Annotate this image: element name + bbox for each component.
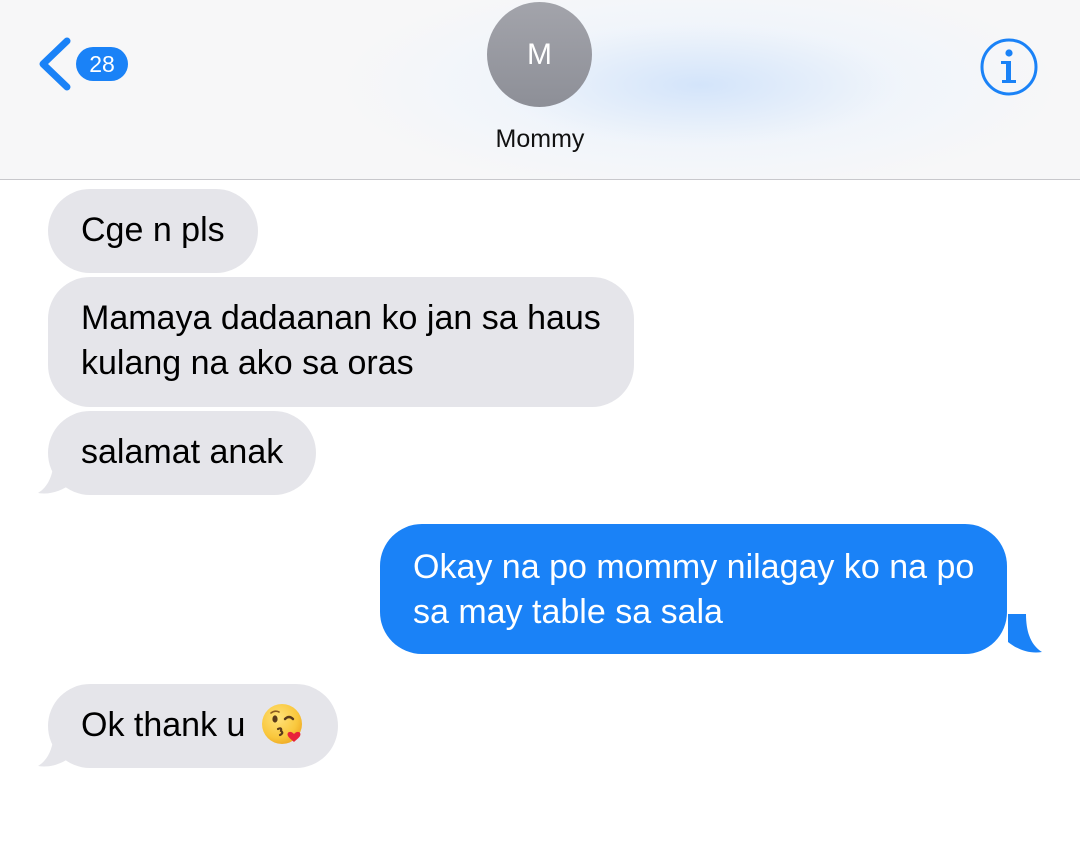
back-button[interactable]: 28 xyxy=(36,36,128,92)
message-text: Cge n pls xyxy=(81,211,225,249)
info-button[interactable] xyxy=(979,37,1039,97)
message-text-line: Okay na po mommy nilagay ko na po xyxy=(413,548,975,586)
info-icon xyxy=(980,38,1038,96)
face-blowing-kiss-emoji xyxy=(261,704,302,745)
incoming-message-bubble[interactable]: salamat anak xyxy=(48,411,317,495)
contact-avatar[interactable]: M xyxy=(487,2,592,107)
chevron-left-icon xyxy=(39,37,71,91)
unread-count-badge: 28 xyxy=(76,47,128,81)
incoming-bubble-tail xyxy=(38,728,72,767)
message-text-line: kulang na ako sa oras xyxy=(81,344,414,382)
incoming-message-bubble[interactable]: Mamaya dadaanan ko jan sa haus kulang na… xyxy=(48,277,634,407)
message-text: Ok thank u xyxy=(81,706,246,744)
messages-screen: 28 M Mommy Cge n pls Mamaya dadaanan ko … xyxy=(0,0,1080,845)
contact-name[interactable]: Mommy xyxy=(0,122,1080,156)
incoming-bubble-tail xyxy=(38,455,72,494)
message-text-line: sa may table sa sala xyxy=(413,593,723,631)
outgoing-message-bubble[interactable]: Okay na po mommy nilagay ko na po sa may… xyxy=(380,524,1008,654)
message-text-line: Mamaya dadaanan ko jan sa haus xyxy=(81,299,601,337)
conversation-header: 28 M Mommy xyxy=(0,0,1080,180)
message-text: salamat anak xyxy=(81,433,284,471)
outgoing-bubble-tail xyxy=(1008,614,1042,653)
incoming-message-bubble[interactable]: Ok thank u xyxy=(48,684,338,768)
incoming-message-bubble[interactable]: Cge n pls xyxy=(48,189,258,273)
